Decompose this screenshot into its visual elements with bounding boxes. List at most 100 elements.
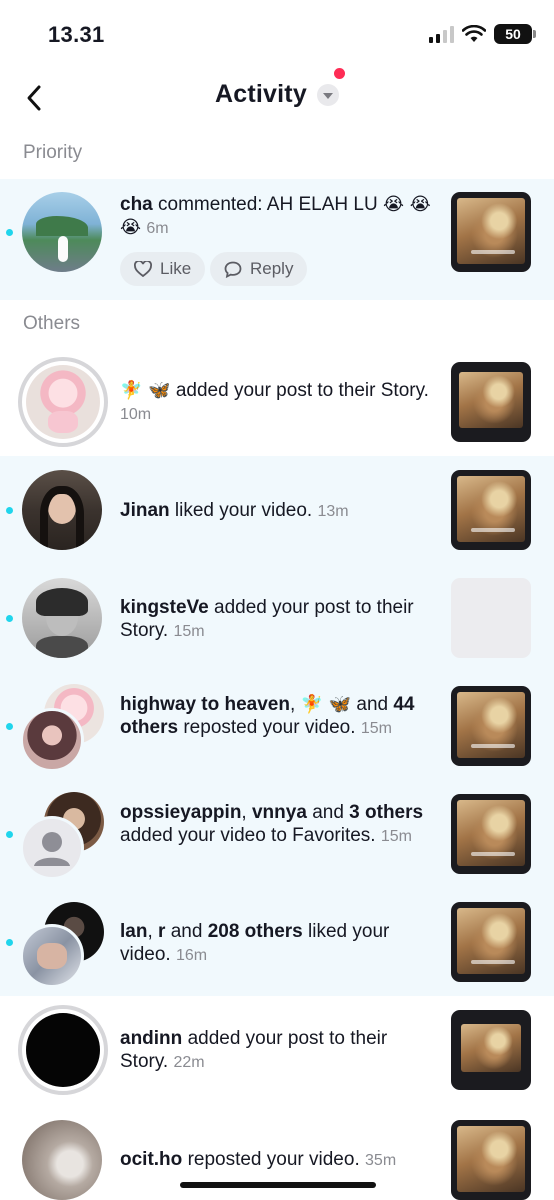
page-title[interactable]: Activity [215, 80, 307, 109]
thumbnail-caption [471, 960, 515, 964]
activity-row[interactable]: 🧚 🦋 added your post to their Story. 10m [0, 348, 554, 456]
unread-dot [6, 723, 13, 730]
activity-row[interactable]: lan, r and 208 others liked your video. … [0, 888, 554, 996]
thumbnail-caption [471, 852, 515, 856]
cellular-signal-icon [429, 25, 454, 43]
activity-row-priority[interactable]: cha commented: AH ELAH LU 😭 😭 😭 6m Like … [0, 179, 554, 300]
video-thumbnail[interactable] [451, 470, 531, 550]
activity-text: Jinan liked your video. 13m [120, 499, 432, 523]
thumbnail-caption [471, 528, 515, 532]
activity-text: kingsteVe added your post to their Story… [120, 596, 432, 643]
thumbnail-image [457, 476, 525, 542]
username[interactable]: highway to heaven [120, 694, 290, 715]
thumbnail-image [457, 800, 525, 866]
timestamp: 35m [365, 1152, 397, 1169]
reply-label: Reply [250, 259, 294, 278]
activity-text: 🧚 🦋 added your post to their Story. 10m [120, 379, 432, 426]
activity-row[interactable]: highway to heaven, 🧚 🦋 and 44 others rep… [0, 672, 554, 780]
section-label-others: Others [23, 313, 81, 334]
activity-text: highway to heaven, 🧚 🦋 and 44 others rep… [120, 693, 432, 740]
timestamp: 10m [120, 406, 152, 423]
activity-row[interactable]: opssieyappin, vnnya and 3 others added y… [0, 780, 554, 888]
avatar-default[interactable] [20, 816, 84, 880]
video-thumbnail[interactable] [451, 794, 531, 874]
timestamp: 15m [360, 720, 392, 737]
like-label: Like [160, 259, 192, 278]
username[interactable]: kingsteVe [120, 597, 209, 618]
default-user-icon [34, 832, 70, 866]
video-thumbnail[interactable] [451, 902, 531, 982]
timestamp: 16m [175, 947, 208, 964]
activity-text: cha commented: AH ELAH LU 😭 😭 😭 6m [120, 193, 432, 240]
thumbnail-caption [471, 744, 515, 748]
separator: , [241, 802, 247, 823]
username[interactable]: ocit.ho [120, 1149, 182, 1170]
username[interactable]: andinn [120, 1028, 182, 1049]
avatar-figure [58, 236, 68, 262]
activity-action: liked your video. [174, 500, 313, 521]
avatar[interactable] [22, 192, 102, 272]
reply-button[interactable]: Reply [210, 252, 308, 286]
avatar-hair [40, 486, 84, 548]
username[interactable]: lan [120, 921, 147, 942]
video-thumbnail[interactable] [451, 686, 531, 766]
username-2[interactable]: vnnya [252, 802, 307, 823]
wifi-icon [462, 25, 486, 42]
avatar-body [36, 636, 88, 658]
video-thumbnail[interactable] [451, 1010, 531, 1090]
timestamp: 15m [380, 828, 412, 845]
status-time: 13.31 [48, 22, 105, 47]
speech-bubble-icon [224, 261, 242, 278]
others-count[interactable]: 208 others [208, 921, 303, 942]
avatar-face [37, 943, 67, 969]
thumbnail-image [457, 692, 525, 758]
username-2[interactable]: r [158, 921, 165, 942]
activity-text: opssieyappin, vnnya and 3 others added y… [120, 801, 432, 848]
username[interactable]: opssieyappin [120, 802, 241, 823]
activity-action: reposted your video. [183, 717, 356, 738]
others-count[interactable]: 3 others [349, 802, 423, 823]
unread-dot [6, 939, 13, 946]
avatar-hair [36, 588, 88, 616]
activity-text: ocit.ho reposted your video. 35m [120, 1148, 432, 1172]
unread-dot [6, 229, 13, 236]
username[interactable]: Jinan [120, 500, 170, 521]
unread-dot [6, 615, 13, 622]
unread-dot [6, 831, 13, 838]
status-bar: 13.31 50 [0, 0, 554, 70]
fairy-butterfly-emoji[interactable]: 🧚 🦋 [301, 694, 352, 715]
fairy-butterfly-emoji[interactable]: 🧚 🦋 [120, 380, 171, 401]
video-thumbnail-placeholder[interactable] [451, 578, 531, 658]
thumbnail-image [457, 1126, 525, 1192]
avatar-hill [36, 216, 88, 236]
battery-icon: 50 [494, 24, 536, 44]
activity-row[interactable]: Jinan liked your video. 13m [0, 456, 554, 564]
and-text: and [312, 802, 344, 823]
caret-down-icon [322, 92, 333, 99]
timestamp: 15m [173, 623, 205, 640]
avatar[interactable] [26, 365, 100, 439]
like-button[interactable]: Like [120, 252, 206, 286]
avatar[interactable] [22, 1120, 102, 1200]
title-wrap: Activity [0, 67, 554, 109]
video-thumbnail[interactable] [451, 1120, 531, 1200]
activity-action: commented: AH ELAH LU [158, 194, 378, 215]
avatar-front[interactable] [20, 924, 84, 988]
video-thumbnail[interactable] [451, 362, 531, 442]
filter-dropdown-button[interactable] [316, 67, 345, 106]
activity-row[interactable]: kingsteVe added your post to their Story… [0, 564, 554, 672]
and-text: and [170, 921, 203, 942]
username[interactable]: cha [120, 194, 153, 215]
timestamp: 13m [317, 503, 349, 520]
home-indicator[interactable] [180, 1182, 376, 1188]
activity-row[interactable]: andinn added your post to their Story. 2… [0, 996, 554, 1108]
avatar[interactable] [26, 1013, 100, 1087]
battery-level: 50 [505, 26, 521, 42]
avatar[interactable] [22, 578, 102, 658]
thumbnail-image [461, 1024, 521, 1072]
separator: , [147, 921, 153, 942]
video-thumbnail[interactable] [451, 192, 531, 272]
section-label-priority: Priority [23, 142, 83, 163]
avatar[interactable] [22, 470, 102, 550]
avatar-front[interactable] [20, 708, 84, 772]
